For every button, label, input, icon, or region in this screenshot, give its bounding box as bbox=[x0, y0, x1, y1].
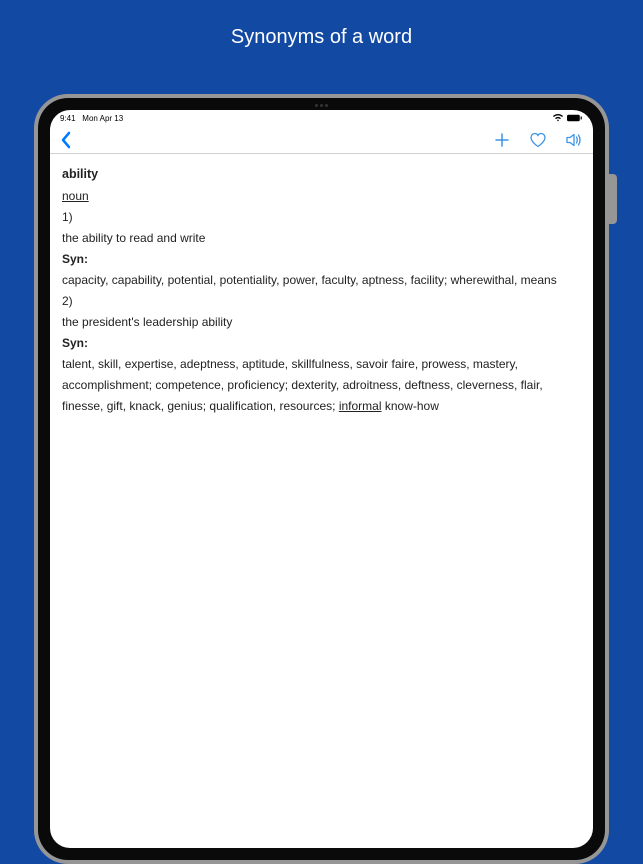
sense-number: 2) bbox=[62, 291, 581, 312]
status-date: Mon Apr 13 bbox=[82, 114, 123, 123]
nav-bar bbox=[50, 126, 593, 154]
syn-label: Syn: bbox=[62, 333, 581, 354]
sense-example: the ability to read and write bbox=[62, 228, 581, 249]
status-bar: 9:41 Mon Apr 13 bbox=[50, 110, 593, 126]
tablet-device: 9:41 Mon Apr 13 bbox=[34, 94, 609, 864]
speaker-button[interactable] bbox=[565, 131, 583, 149]
status-time: 9:41 bbox=[60, 114, 76, 123]
entry-content: ability noun 1) the ability to read and … bbox=[50, 154, 593, 848]
synonyms: talent, skill, expertise, adeptness, apt… bbox=[62, 354, 581, 417]
synonyms-text: talent, skill, expertise, adeptness, apt… bbox=[62, 357, 543, 413]
add-button[interactable] bbox=[493, 131, 511, 149]
favorite-button[interactable] bbox=[529, 131, 547, 149]
syn-label: Syn: bbox=[62, 249, 581, 270]
part-of-speech: noun bbox=[62, 186, 581, 207]
tablet-frame: 9:41 Mon Apr 13 bbox=[38, 98, 605, 860]
tablet-notch bbox=[272, 102, 372, 108]
wifi-icon bbox=[553, 114, 563, 122]
battery-icon bbox=[567, 114, 583, 122]
sense-number: 1) bbox=[62, 207, 581, 228]
page-title: Synonyms of a word bbox=[0, 0, 643, 79]
synonyms-text: know-how bbox=[382, 399, 439, 413]
synonyms: capacity, capability, potential, potenti… bbox=[62, 270, 581, 291]
register-label: informal bbox=[339, 399, 382, 413]
tablet-side-button bbox=[609, 174, 617, 224]
status-right bbox=[553, 114, 583, 122]
status-time-date: 9:41 Mon Apr 13 bbox=[60, 114, 123, 123]
headword: ability bbox=[62, 164, 581, 186]
back-button[interactable] bbox=[60, 131, 72, 149]
screen: 9:41 Mon Apr 13 bbox=[50, 110, 593, 848]
sense-example: the president's leadership ability bbox=[62, 312, 581, 333]
